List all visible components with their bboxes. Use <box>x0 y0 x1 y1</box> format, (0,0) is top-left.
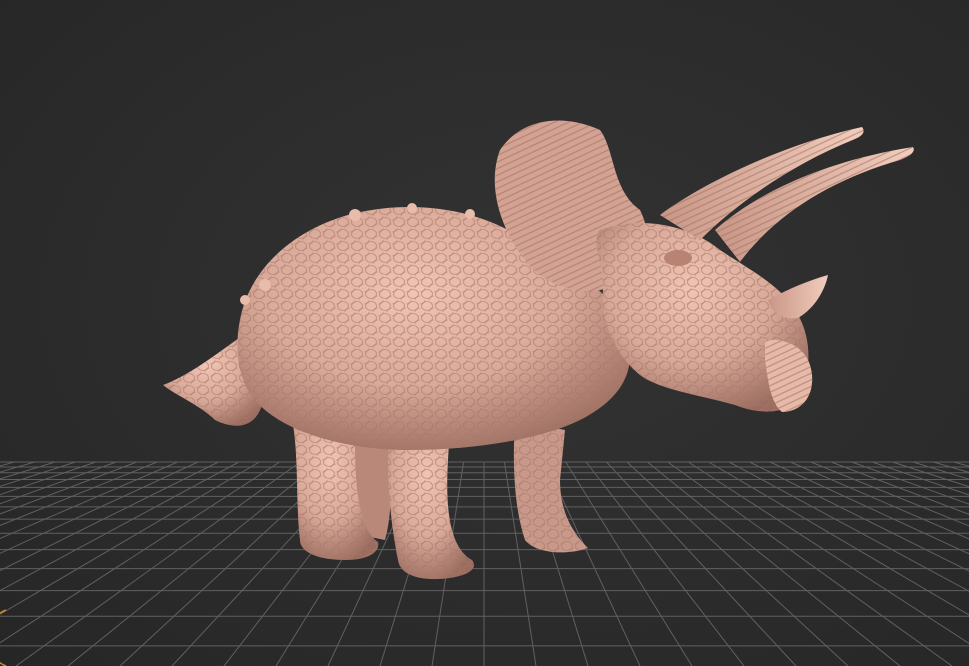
grid-line <box>0 461 280 644</box>
grid-line <box>15 461 301 666</box>
grid-line <box>688 461 969 644</box>
grid-line <box>0 461 260 615</box>
grid-line <box>606 461 797 666</box>
grid-line <box>626 461 849 666</box>
grid-line <box>585 461 745 666</box>
viewport-canvas[interactable] <box>0 0 969 666</box>
model-nose-horn <box>768 275 828 319</box>
grid-line <box>810 461 969 527</box>
axis-gizmo-icon[interactable] <box>0 609 7 666</box>
triceratops-model[interactable] <box>163 120 914 580</box>
model-eye <box>664 250 692 266</box>
grid-line <box>667 461 953 666</box>
grid-line <box>0 461 240 592</box>
floor-grid <box>0 461 969 666</box>
grid-line <box>0 461 158 527</box>
grid-line <box>769 461 969 555</box>
grid-line <box>0 461 56 480</box>
grid-line <box>0 461 137 515</box>
grid-line <box>708 461 969 616</box>
grid-line <box>565 461 693 666</box>
grid-line <box>831 461 969 515</box>
grid-line <box>728 461 969 592</box>
grid-line <box>0 461 178 540</box>
grid-line <box>851 461 969 505</box>
grid-line <box>0 461 219 572</box>
3d-viewport[interactable] <box>0 0 969 666</box>
grid-line <box>790 461 969 540</box>
